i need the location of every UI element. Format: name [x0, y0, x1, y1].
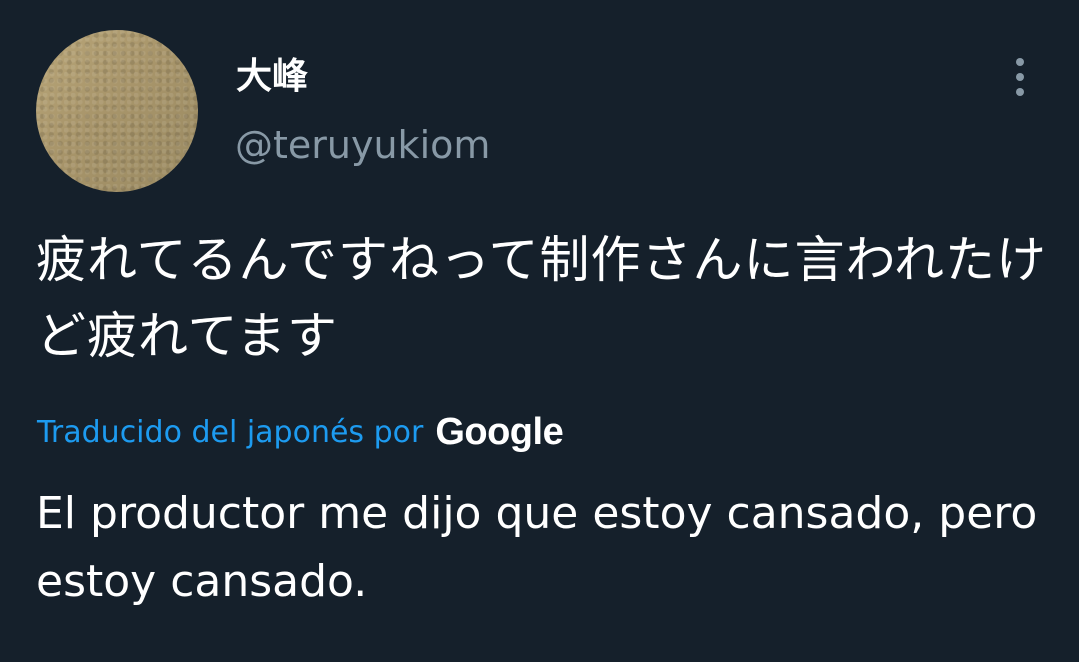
translation-text: El productor me dijo que estoy cansado, …	[36, 488, 1038, 607]
tweet-text: 疲れてるんですねって制作さんに言われたけど疲れてます	[36, 231, 1047, 365]
google-logo: Google	[435, 410, 564, 453]
translated-by-link[interactable]: Traducido del japonés por	[37, 415, 423, 450]
more-options-button[interactable]	[1000, 52, 1040, 102]
more-vertical-icon	[1016, 88, 1024, 96]
more-vertical-icon	[1016, 58, 1024, 66]
display-name[interactable]: 大峰	[236, 54, 308, 100]
avatar[interactable]	[36, 30, 198, 192]
tweet-card[interactable]: 大峰 @teruyukiom 疲れてるんですねって制作さんに言われたけど疲れてま…	[0, 0, 1079, 662]
translation-attribution: Traducido del japonés por Google	[37, 408, 564, 456]
user-handle[interactable]: @teruyukiom	[235, 122, 490, 168]
more-vertical-icon	[1016, 73, 1024, 81]
